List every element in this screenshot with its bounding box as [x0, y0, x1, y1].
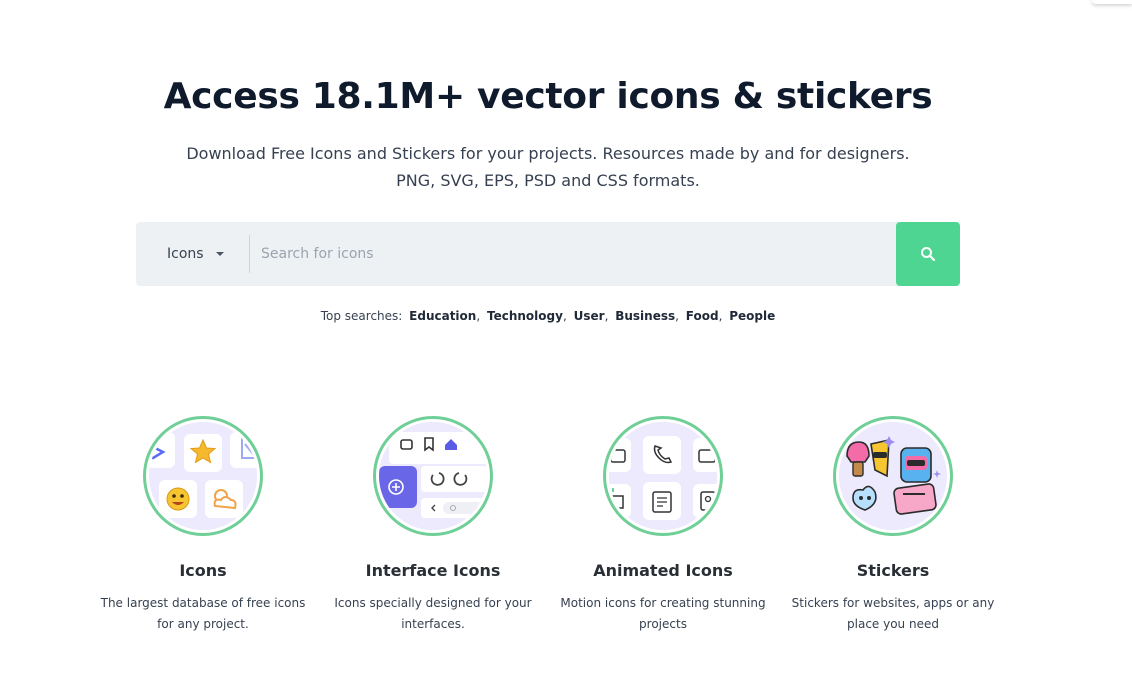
category-card-animated-icons[interactable]: Animated Icons Motion icons for creating… — [548, 416, 778, 635]
top-search-education[interactable]: Education — [409, 309, 476, 323]
search-input[interactable] — [250, 222, 896, 286]
top-search-business[interactable]: Business — [615, 309, 675, 323]
subtitle-line-1: Download Free Icons and Stickers for you… — [186, 144, 910, 163]
subtitle-line-2: PNG, SVG, EPS, PSD and CSS formats. — [396, 171, 700, 190]
category-card-stickers[interactable]: Stickers Stickers for websites, apps or … — [778, 416, 1008, 635]
page-title: Access 18.1M+ vector icons & stickers — [163, 76, 933, 117]
top-searches-label: Top searches: — [320, 309, 403, 323]
category-description: Motion icons for creating stunning proje… — [560, 596, 766, 631]
search-type-label: Icons — [167, 246, 204, 262]
category-thumbnail-animated-icons[interactable] — [603, 416, 723, 536]
category-title: Icons — [179, 561, 227, 580]
top-search-user[interactable]: User — [574, 309, 605, 323]
category-title: Stickers — [856, 561, 930, 580]
category-thumbnail-interface-icons[interactable] — [373, 416, 493, 536]
top-searches: Top searches: Education, Technology, Use… — [320, 309, 776, 323]
top-search-people[interactable]: People — [729, 309, 775, 323]
category-description: The largest database of free icons for a… — [100, 596, 306, 631]
window-corner — [1092, 0, 1132, 4]
search-button[interactable] — [896, 222, 960, 286]
category-thumbnail-icons[interactable] — [143, 416, 263, 536]
search-icon — [921, 247, 936, 262]
category-card-interface-icons[interactable]: Interface Icons Icons specially designed… — [318, 416, 548, 635]
category-card-icons[interactable]: Icons The largest database of free icons… — [88, 416, 318, 635]
interface-icons-collage-image — [379, 422, 487, 530]
category-description: Icons specially designed for your interf… — [334, 596, 532, 631]
animated-icons-collage-image — [609, 422, 717, 530]
top-search-technology[interactable]: Technology — [487, 309, 563, 323]
icons-collage-image — [149, 422, 257, 530]
search-bar: Icons — [136, 222, 960, 286]
caret-down-icon — [215, 252, 224, 256]
search-type-dropdown[interactable]: Icons — [136, 222, 249, 286]
category-title: Animated Icons — [593, 561, 733, 580]
category-description: Stickers for websites, apps or any place… — [791, 596, 995, 631]
category-thumbnail-stickers[interactable] — [833, 416, 953, 536]
top-search-food[interactable]: Food — [686, 309, 719, 323]
page-subtitle: Download Free Icons and Stickers for you… — [0, 140, 1096, 194]
category-title: Interface Icons — [365, 561, 501, 580]
stickers-collage-image — [839, 422, 947, 530]
